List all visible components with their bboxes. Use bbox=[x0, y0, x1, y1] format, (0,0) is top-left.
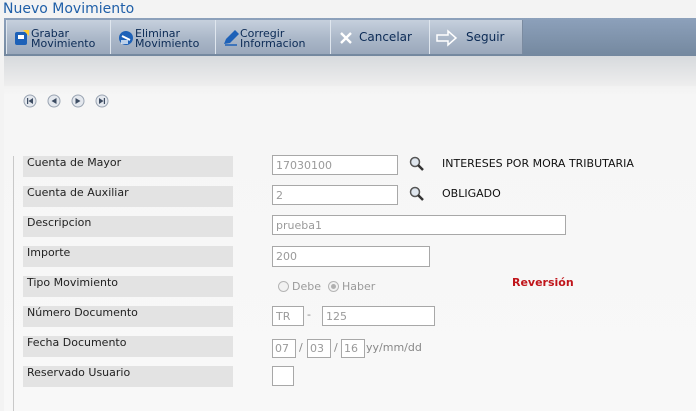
reservado-usuario-input[interactable] bbox=[272, 366, 294, 386]
cuenta-auxiliar-input[interactable] bbox=[272, 185, 398, 205]
cancel-icon bbox=[340, 32, 352, 44]
arrow-right-icon bbox=[436, 29, 458, 47]
fecha-day-input[interactable] bbox=[272, 339, 296, 358]
fecha-year-input[interactable] bbox=[341, 339, 365, 358]
grabar-movimiento-label: Grabar Movimiento bbox=[31, 27, 96, 50]
debe-label: Debe bbox=[292, 280, 321, 293]
grabar-movimiento-button[interactable]: Grabar Movimiento bbox=[6, 20, 111, 54]
importe-input[interactable] bbox=[272, 246, 430, 267]
eliminar-movimiento-label: Eliminar Movimiento bbox=[135, 27, 200, 50]
last-icon[interactable] bbox=[95, 94, 109, 108]
search-icon[interactable] bbox=[409, 156, 425, 172]
cancelar-label: Cancelar bbox=[359, 30, 412, 44]
seguir-button[interactable]: Seguir bbox=[429, 20, 523, 54]
search-icon[interactable] bbox=[409, 186, 425, 202]
tipo-movimiento-label: Tipo Movimiento bbox=[23, 276, 233, 297]
cancelar-button[interactable]: Cancelar bbox=[330, 20, 430, 54]
corregir-informacion-button[interactable]: Corregir Informacion bbox=[215, 20, 331, 54]
date-separator: / bbox=[299, 341, 303, 354]
toolbar: Grabar Movimiento Eliminar Movimiento Co… bbox=[4, 18, 696, 56]
numero-documento-input[interactable] bbox=[322, 306, 435, 326]
delete-icon bbox=[119, 31, 133, 45]
cuenta-auxiliar-description: OBLIGADO bbox=[442, 187, 501, 200]
importe-label: Importe bbox=[23, 246, 233, 267]
cuenta-auxiliar-label: Cuenta de Auxiliar bbox=[23, 186, 233, 207]
corregir-informacion-label: Corregir Informacion bbox=[240, 27, 306, 50]
reversion-status: Reversión bbox=[512, 276, 574, 289]
first-icon[interactable] bbox=[23, 94, 37, 108]
previous-icon[interactable] bbox=[47, 94, 61, 108]
fecha-documento-label: Fecha Documento bbox=[23, 336, 233, 357]
haber-label: Haber bbox=[342, 280, 376, 293]
fecha-month-input[interactable] bbox=[307, 339, 331, 358]
eliminar-movimiento-button[interactable]: Eliminar Movimiento bbox=[110, 20, 216, 54]
numero-documento-label: Número Documento bbox=[23, 306, 233, 327]
seguir-label: Seguir bbox=[466, 30, 505, 44]
form-panel: Cuenta de Mayor INTERESES POR MORA TRIBU… bbox=[4, 56, 696, 411]
document-separator: - bbox=[307, 308, 311, 321]
descripcion-input[interactable] bbox=[272, 215, 566, 235]
cuenta-mayor-description: INTERESES POR MORA TRIBUTARIA bbox=[442, 157, 634, 170]
haber-radio[interactable] bbox=[328, 281, 339, 292]
debe-radio[interactable] bbox=[278, 281, 289, 292]
cuenta-mayor-label: Cuenta de Mayor bbox=[23, 156, 233, 177]
reservado-usuario-label: Reservado Usuario bbox=[23, 366, 233, 387]
date-separator: / bbox=[334, 341, 338, 354]
document-prefix-input[interactable] bbox=[272, 306, 304, 326]
cuenta-mayor-input[interactable] bbox=[272, 155, 398, 175]
page-title: Nuevo Movimiento bbox=[3, 1, 135, 17]
edit-icon bbox=[224, 30, 239, 46]
next-icon[interactable] bbox=[71, 94, 85, 108]
save-icon bbox=[15, 30, 29, 45]
date-format-hint: yy/mm/dd bbox=[366, 341, 422, 354]
descripcion-label: Descripcion bbox=[23, 216, 233, 237]
